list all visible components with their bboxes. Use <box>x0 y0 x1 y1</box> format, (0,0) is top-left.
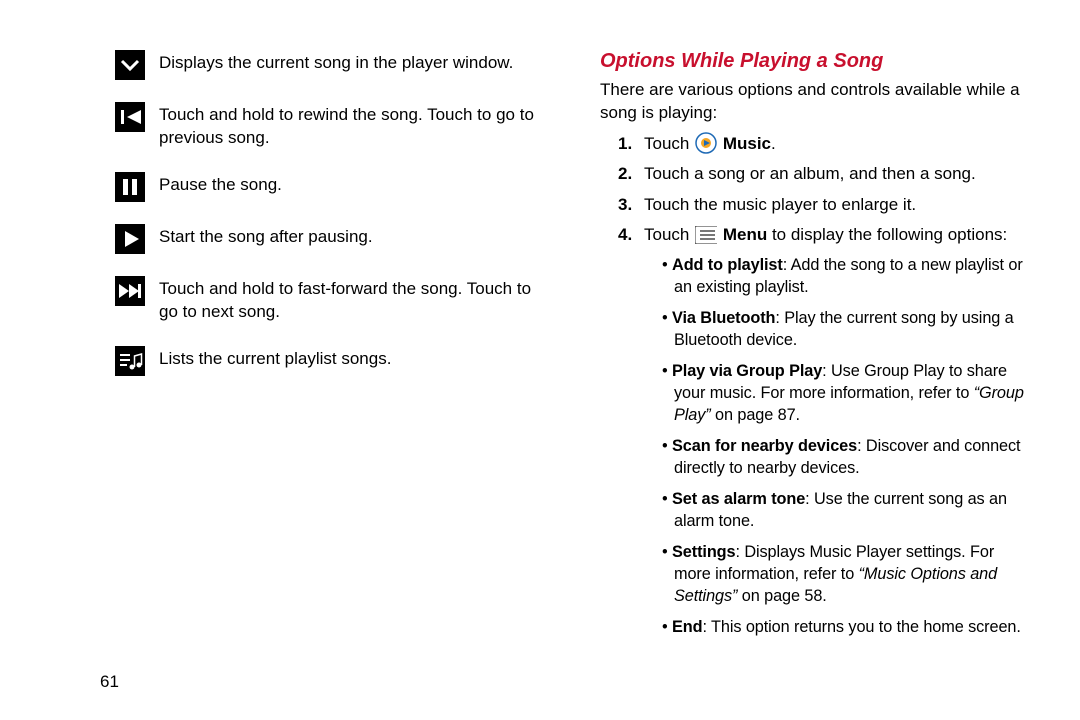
left-column: Displays the current song in the player … <box>115 50 550 652</box>
bullet-item: Play via Group Play: Use Group Play to s… <box>662 360 1035 426</box>
icon-desc-row: Touch and hold to fast-forward the song.… <box>115 276 550 324</box>
step-number: 2. <box>618 161 644 187</box>
icon-desc-row: Displays the current song in the player … <box>115 50 550 80</box>
music-app-icon <box>695 132 717 154</box>
pause-icon <box>115 172 145 202</box>
icon-desc-row: Pause the song. <box>115 172 550 202</box>
play-icon <box>115 224 145 254</box>
icon-desc-text: Lists the current playlist songs. <box>159 346 391 371</box>
previous-icon <box>115 102 145 132</box>
bullet-item: Set as alarm tone: Use the current song … <box>662 488 1035 532</box>
step-number: 3. <box>618 192 644 218</box>
icon-desc-row: Start the song after pausing. <box>115 224 550 254</box>
step-item: 4. Touch Menu to display the following o… <box>618 222 1035 647</box>
intro-text: There are various options and controls a… <box>600 79 1035 125</box>
section-heading: Options While Playing a Song <box>600 50 1035 73</box>
icon-desc-text: Start the song after pausing. <box>159 224 373 249</box>
icon-desc-text: Displays the current song in the player … <box>159 50 513 75</box>
step-number: 1. <box>618 131 644 157</box>
menu-options-list: Add to playlist: Add the song to a new p… <box>644 254 1035 638</box>
bullet-item: Add to playlist: Add the song to a new p… <box>662 254 1035 298</box>
step-item: 1. Touch Music. <box>618 131 1035 157</box>
icon-desc-row: Touch and hold to rewind the song. Touch… <box>115 102 550 150</box>
right-column: Options While Playing a Song There are v… <box>600 50 1035 652</box>
page-number: 61 <box>100 672 119 692</box>
bullet-item: Via Bluetooth: Play the current song by … <box>662 307 1035 351</box>
icon-desc-row: Lists the current playlist songs. <box>115 346 550 376</box>
playlist-icon <box>115 346 145 376</box>
step-number: 4. <box>618 222 644 647</box>
icon-desc-text: Pause the song. <box>159 172 282 197</box>
numbered-steps: 1. Touch Music. 2. Touch a song or an al… <box>600 131 1035 647</box>
bullet-item: End: This option returns you to the home… <box>662 616 1035 638</box>
step-item: 2. Touch a song or an album, and then a … <box>618 161 1035 187</box>
bullet-item: Scan for nearby devices: Discover and co… <box>662 435 1035 479</box>
icon-desc-text: Touch and hold to rewind the song. Touch… <box>159 102 550 150</box>
menu-icon <box>695 224 717 246</box>
bullet-item: Settings: Displays Music Player settings… <box>662 541 1035 607</box>
chevron-down-icon <box>115 50 145 80</box>
next-icon <box>115 276 145 306</box>
step-item: 3. Touch the music player to enlarge it. <box>618 192 1035 218</box>
icon-desc-text: Touch and hold to fast-forward the song.… <box>159 276 550 324</box>
